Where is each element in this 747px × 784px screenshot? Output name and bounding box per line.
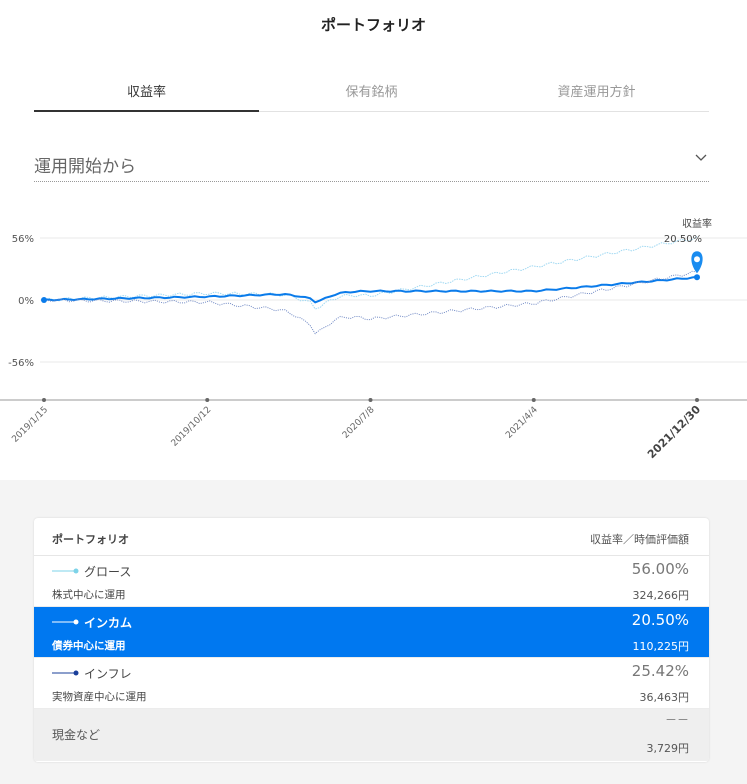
table-header-right: 収益率／時価評価額 bbox=[590, 533, 689, 546]
y-tick-label: -56% bbox=[8, 358, 34, 369]
table-row-growth[interactable]: グロース 56.00% 株式中心に運用 324,266円 bbox=[34, 556, 709, 607]
y-axis: 56% 0% -56% bbox=[8, 234, 34, 369]
x-tick-label: 2020/7/8 bbox=[341, 405, 377, 441]
row-amount: 324,266円 bbox=[632, 589, 690, 602]
x-axis: 2019/1/15 2019/10/12 2020/7/8 2021/4/4 2021/… bbox=[10, 398, 703, 461]
legend-line-icon bbox=[52, 670, 79, 676]
row-description: 株式中心に運用 bbox=[52, 589, 126, 601]
chart-lines bbox=[41, 236, 698, 335]
row-description: 実物資産中心に運用 bbox=[52, 691, 147, 703]
pin-hole bbox=[694, 256, 700, 263]
start-point bbox=[41, 297, 47, 303]
y-tick-label: 56% bbox=[12, 234, 34, 245]
row-amount: 3,729円 bbox=[646, 742, 690, 755]
tooltip-value: 20.50% bbox=[664, 234, 702, 245]
row-name: グロース bbox=[84, 565, 132, 579]
chart-grid bbox=[0, 237, 747, 401]
row-return: 25.42% bbox=[631, 662, 689, 680]
chevron-down-icon bbox=[695, 154, 707, 161]
x-tick-mark bbox=[42, 398, 46, 402]
table-header: ポートフォリオ 収益率／時価評価額 bbox=[34, 518, 709, 556]
x-tick-label: 2021/12/30 bbox=[645, 403, 703, 461]
row-name: インフレ bbox=[84, 667, 132, 681]
table-row-income[interactable]: インカム 20.50% 債券中心に運用 110,225円 bbox=[34, 607, 709, 658]
portfolio-table: ポートフォリオ 収益率／時価評価額 グロース 56.00% 株式中心に運用 32… bbox=[34, 518, 709, 762]
tooltip-label: 収益率 bbox=[682, 217, 712, 230]
tab-return[interactable]: 収益率 bbox=[34, 70, 259, 112]
tab-policy[interactable]: 資産運用方針 bbox=[484, 70, 709, 111]
tab-holdings[interactable]: 保有銘柄 bbox=[259, 70, 484, 111]
table-row-cash: 現金など －－ 3,729円 bbox=[34, 709, 709, 761]
legend-line-icon bbox=[52, 619, 79, 625]
page-title: ポートフォリオ bbox=[320, 16, 426, 34]
row-description: 債券中心に運用 bbox=[52, 640, 126, 652]
row-return: 20.50% bbox=[631, 611, 689, 629]
x-tick-mark bbox=[695, 398, 699, 402]
row-return: －－ bbox=[664, 713, 689, 727]
row-amount: 110,225円 bbox=[632, 640, 690, 653]
period-select[interactable]: 運用開始から bbox=[34, 140, 709, 182]
y-tick-label: 0% bbox=[18, 296, 34, 307]
x-tick-label: 2021/4/4 bbox=[504, 405, 540, 441]
row-name: インカム bbox=[84, 616, 133, 630]
tab-bar: 収益率 保有銘柄 資産運用方針 bbox=[34, 70, 709, 112]
table-row-inflation[interactable]: インフレ 25.42% 実物資産中心に運用 36,463円 bbox=[34, 658, 709, 709]
row-return: 56.00% bbox=[631, 560, 689, 578]
chart-marker: 収益率 20.50% bbox=[664, 217, 712, 281]
row-name: 現金など bbox=[52, 728, 101, 742]
period-select-value: 運用開始から bbox=[34, 157, 136, 177]
x-tick-mark bbox=[205, 398, 210, 402]
table-header-left: ポートフォリオ bbox=[52, 533, 129, 546]
x-tick-mark bbox=[531, 398, 536, 402]
x-tick-label: 2019/1/15 bbox=[10, 405, 50, 445]
end-point bbox=[694, 274, 700, 281]
row-amount: 36,463円 bbox=[639, 691, 690, 704]
series-line-3 bbox=[43, 270, 698, 335]
x-tick-mark bbox=[368, 398, 373, 402]
legend-line-icon bbox=[52, 568, 79, 574]
return-chart[interactable]: 56% 0% -56% 2019/1/15 2019/10/12 2020/7/8 202… bbox=[0, 210, 747, 470]
x-tick-label: 2019/10/12 bbox=[170, 405, 214, 449]
